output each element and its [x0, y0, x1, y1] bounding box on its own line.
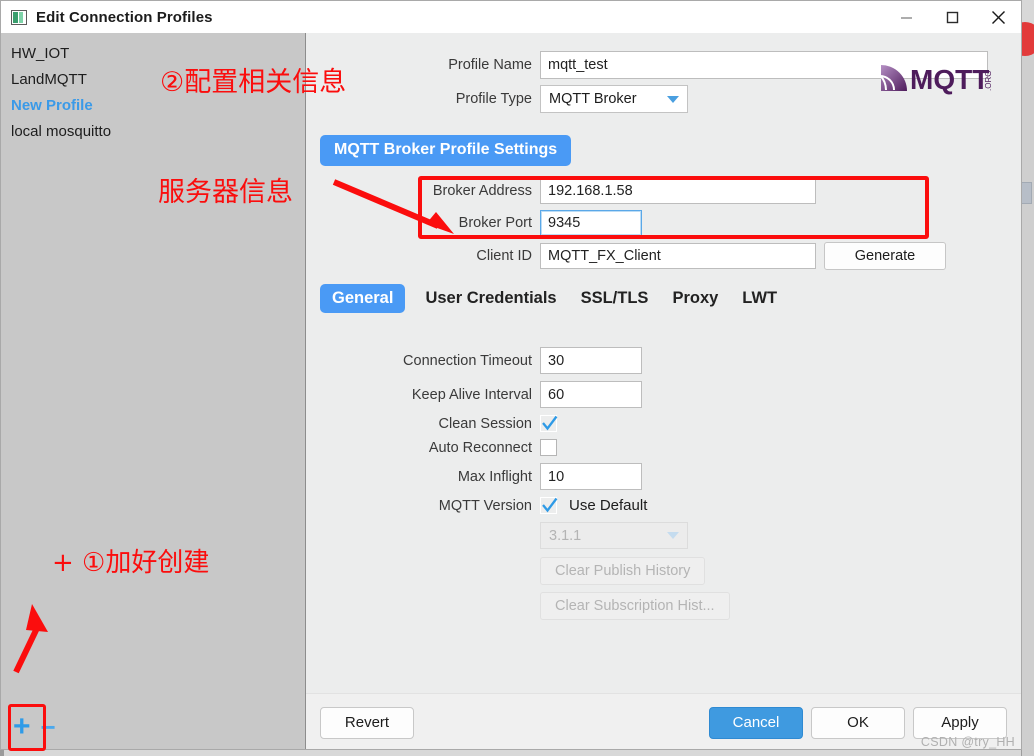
- tab-proxy[interactable]: Proxy: [668, 284, 722, 313]
- clear-publish-history-button: Clear Publish History: [540, 557, 706, 585]
- cancel-button[interactable]: Cancel: [709, 706, 803, 739]
- list-item[interactable]: LandMQTT: [1, 67, 305, 93]
- general-settings-panel: Connection Timeout 30 Keep Alive Interva…: [306, 347, 1021, 620]
- profile-settings-pane: MQTT .ORG Profile Name mqtt_test Profile…: [306, 33, 1021, 749]
- auto-reconnect-label: Auto Reconnect: [428, 439, 532, 456]
- generate-button[interactable]: Generate: [824, 242, 946, 270]
- client-id-input[interactable]: MQTT_FX_Client: [540, 243, 816, 269]
- remove-profile-button[interactable]: −: [41, 714, 56, 740]
- background-window-scrollbar[interactable]: [1008, 22, 1034, 756]
- mqtt-org-logo-icon: MQTT .ORG: [864, 61, 999, 95]
- mqtt-version-row: MQTT Version Use Default: [306, 497, 1021, 514]
- use-default-label: Use Default: [569, 497, 648, 514]
- mqtt-version-label: MQTT Version: [438, 497, 532, 514]
- use-default-checkbox[interactable]: [540, 497, 558, 514]
- watermark-text: CSDN @try_HH: [920, 735, 1015, 749]
- auto-reconnect-checkbox[interactable]: [540, 439, 557, 456]
- max-inflight-input[interactable]: 10: [540, 463, 642, 490]
- broker-address-input[interactable]: 192.168.1.58: [540, 178, 816, 204]
- dialog-footer: Revert Cancel OK Apply CSDN @try_HH: [306, 693, 1021, 749]
- list-item[interactable]: HW_IOT: [1, 41, 305, 67]
- apply-button[interactable]: Apply: [913, 706, 1007, 739]
- ok-button[interactable]: OK: [811, 706, 905, 739]
- broker-address-row: Broker Address 192.168.1.58: [306, 178, 1021, 204]
- profile-sidebar: HW_IOT LandMQTT New Profile local mosqui…: [1, 33, 306, 749]
- max-inflight-label: Max Inflight: [457, 468, 532, 485]
- list-item-selected[interactable]: New Profile: [1, 93, 305, 119]
- clean-session-label: Clean Session: [438, 415, 533, 432]
- client-id-row: Client ID MQTT_FX_Client Generate: [306, 242, 1021, 270]
- connection-timeout-row: Connection Timeout 30: [306, 347, 1021, 374]
- tab-lwt[interactable]: LWT: [738, 284, 781, 313]
- list-item[interactable]: local mosquitto: [1, 119, 305, 145]
- tab-user-credentials[interactable]: User Credentials: [421, 284, 560, 313]
- client-id-label: Client ID: [476, 248, 532, 264]
- clear-publish-history-row: Clear Publish History: [306, 557, 1021, 585]
- clear-subscription-history-button: Clear Subscription Hist...: [540, 592, 730, 620]
- broker-port-row: Broker Port 9345: [306, 210, 1021, 236]
- profile-form: MQTT .ORG Profile Name mqtt_test Profile…: [306, 33, 1021, 693]
- profile-type-label: Profile Type: [455, 91, 532, 107]
- revert-button[interactable]: Revert: [320, 706, 414, 739]
- broker-address-label: Broker Address: [432, 183, 532, 199]
- profile-list: HW_IOT LandMQTT New Profile local mosqui…: [1, 33, 305, 145]
- chevron-down-icon: [667, 95, 679, 103]
- app-window-icon: [11, 9, 27, 25]
- maximize-button[interactable]: [929, 1, 975, 33]
- broker-port-input[interactable]: 9345: [540, 210, 642, 236]
- chevron-down-icon: [667, 532, 679, 539]
- svg-text:MQTT: MQTT: [910, 64, 989, 95]
- keep-alive-row: Keep Alive Interval 60: [306, 381, 1021, 408]
- clean-session-checkbox[interactable]: [540, 415, 558, 432]
- tab-general[interactable]: General: [320, 284, 406, 313]
- clean-session-row: Clean Session: [306, 415, 1021, 432]
- background-scrollbar-thumb[interactable]: [1021, 182, 1032, 204]
- svg-text:.ORG: .ORG: [984, 71, 993, 91]
- mqtt-version-select: 3.1.1: [540, 522, 688, 549]
- settings-tabs: General User Credentials SSL/TLS Proxy L…: [320, 284, 1021, 313]
- broker-settings-block: Broker Address 192.168.1.58 Broker Port …: [306, 176, 1021, 270]
- close-button[interactable]: [975, 1, 1021, 33]
- mqtt-version-select-row: 3.1.1: [306, 522, 1021, 549]
- add-profile-button[interactable]: +: [13, 712, 31, 742]
- tab-ssl-tls[interactable]: SSL/TLS: [577, 284, 653, 313]
- window-body: HW_IOT LandMQTT New Profile local mosqui…: [1, 33, 1021, 749]
- profile-type-select[interactable]: MQTT Broker: [540, 85, 688, 113]
- keep-alive-label: Keep Alive Interval: [411, 386, 532, 403]
- mqtt-version-value: 3.1.1: [549, 527, 582, 544]
- edit-connection-profiles-window: Edit Connection Profiles HW_IOT LandMQTT…: [0, 0, 1022, 750]
- connection-timeout-label: Connection Timeout: [403, 352, 532, 369]
- title-bar: Edit Connection Profiles: [1, 1, 1021, 33]
- profile-type-value: MQTT Broker: [549, 91, 637, 107]
- window-title: Edit Connection Profiles: [36, 8, 213, 26]
- section-title: MQTT Broker Profile Settings: [320, 135, 572, 166]
- keep-alive-input[interactable]: 60: [540, 381, 642, 408]
- sidebar-footer: + −: [1, 703, 305, 749]
- minimize-button[interactable]: [883, 1, 929, 33]
- clear-subscription-history-row: Clear Subscription Hist...: [306, 592, 1021, 620]
- max-inflight-row: Max Inflight 10: [306, 463, 1021, 490]
- broker-port-label: Broker Port: [458, 215, 532, 231]
- profile-name-label: Profile Name: [448, 57, 532, 73]
- auto-reconnect-row: Auto Reconnect: [306, 439, 1021, 456]
- connection-timeout-input[interactable]: 30: [540, 347, 642, 374]
- window-controls: [883, 1, 1021, 33]
